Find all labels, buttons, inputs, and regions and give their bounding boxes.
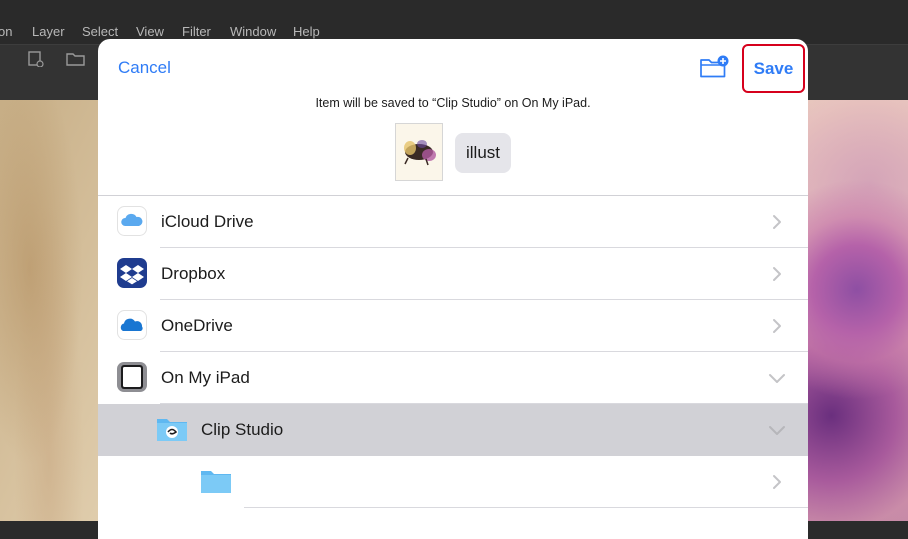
location-label: iCloud Drive: [161, 212, 254, 231]
save-destination-text: Item will be saved to “Clip Studio” on O…: [315, 96, 591, 110]
location-row-subfolder[interactable]: [98, 456, 808, 508]
clip-studio-folder-icon: [157, 419, 187, 441]
onedrive-icon: [117, 310, 147, 340]
app-menubar: on Layer Select View Filter Window Help: [0, 0, 908, 44]
location-row-dropbox[interactable]: Dropbox: [98, 248, 808, 300]
location-label: Clip Studio: [201, 420, 284, 439]
new-canvas-icon[interactable]: [26, 51, 46, 67]
chevron-down-icon: [769, 374, 785, 383]
icloud-icon: [117, 206, 147, 236]
new-folder-icon[interactable]: [699, 55, 729, 79]
chevron-right-icon: [773, 319, 781, 333]
menu-item-file[interactable]: on: [0, 24, 12, 39]
location-label: Dropbox: [161, 264, 226, 283]
location-row-icloud-drive[interactable]: iCloud Drive: [98, 196, 808, 248]
open-folder-icon[interactable]: [66, 51, 86, 67]
chevron-right-icon: [773, 475, 781, 489]
file-name-field[interactable]: illust: [455, 133, 511, 173]
menu-item-window[interactable]: Window: [230, 24, 276, 39]
chevron-right-icon: [773, 215, 781, 229]
cancel-button[interactable]: Cancel: [118, 58, 171, 78]
location-row-onedrive[interactable]: OneDrive: [98, 300, 808, 352]
canvas-left-artwork: [0, 100, 98, 521]
row-divider: [244, 507, 808, 508]
menu-item-view[interactable]: View: [136, 24, 164, 39]
dropbox-icon: [117, 258, 147, 288]
ipad-icon: [117, 362, 147, 392]
location-row-on-my-ipad[interactable]: On My iPad: [98, 352, 808, 404]
file-thumbnail: [395, 123, 443, 181]
menu-item-filter[interactable]: Filter: [182, 24, 211, 39]
menu-item-help[interactable]: Help: [293, 24, 320, 39]
menu-item-select[interactable]: Select: [82, 24, 118, 39]
location-row-clip-studio[interactable]: Clip Studio: [98, 404, 808, 456]
folder-icon: [201, 471, 231, 493]
sheet-header: Cancel Save Item will be saved to “Clip …: [98, 39, 808, 196]
save-button-label: Save: [753, 58, 794, 78]
chevron-right-icon: [773, 267, 781, 281]
chevron-down-icon: [769, 426, 785, 435]
save-to-files-sheet: Cancel Save Item will be saved to “Clip …: [98, 39, 808, 539]
save-button[interactable]: Save: [742, 44, 805, 93]
location-label: OneDrive: [161, 316, 233, 335]
menu-item-layer[interactable]: Layer: [32, 24, 65, 39]
location-label: On My iPad: [161, 368, 250, 387]
artwork-thumbnail-icon: [396, 124, 442, 180]
